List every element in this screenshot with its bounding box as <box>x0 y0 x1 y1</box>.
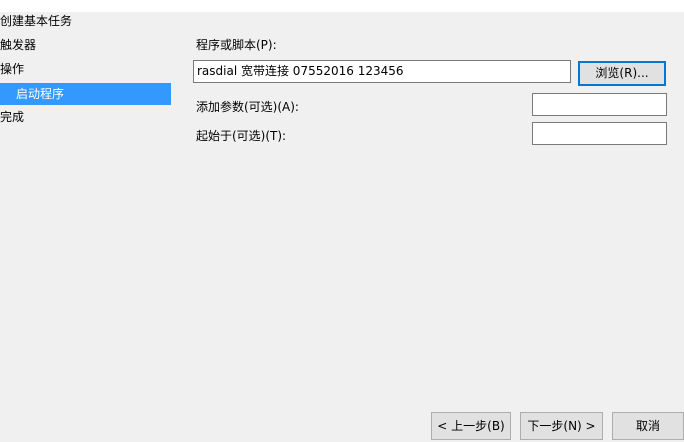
program-input[interactable]: rasdial 宽带连接 07552016 123456 <box>193 60 571 83</box>
nav-item-start-program[interactable]: 启动程序 <box>0 83 171 105</box>
back-button[interactable]: < 上一步(B) <box>431 412 511 440</box>
nav-item-trigger[interactable]: 触发器 <box>0 34 36 56</box>
program-label: 程序或脚本(P): <box>196 38 277 52</box>
nav-item-finish[interactable]: 完成 <box>0 106 24 128</box>
browse-button[interactable]: 浏览(R)... <box>578 61 666 86</box>
args-label: 添加参数(可选)(A): <box>196 100 299 114</box>
top-strip <box>0 0 684 12</box>
args-input[interactable] <box>532 93 667 116</box>
start-in-label: 起始于(可选)(T): <box>196 129 287 143</box>
next-button[interactable]: 下一步(N) > <box>520 412 603 440</box>
cancel-button[interactable]: 取消 <box>612 412 684 440</box>
wizard-title: 创建基本任务 <box>0 14 73 28</box>
nav-item-action[interactable]: 操作 <box>0 58 24 80</box>
start-in-input[interactable] <box>532 122 667 145</box>
